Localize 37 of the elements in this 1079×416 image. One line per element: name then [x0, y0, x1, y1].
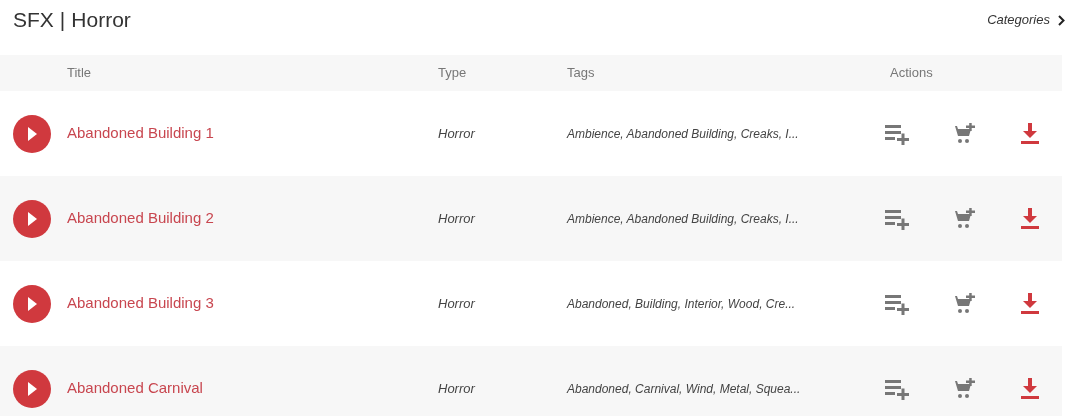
download-icon[interactable]: [1021, 207, 1039, 230]
tags-cell-text: Ambience, Abandoned Building, Creaks, I...: [567, 210, 800, 228]
sound-title-link[interactable]: Abandoned Building 2: [67, 207, 438, 230]
play-icon: [27, 211, 37, 226]
play-button[interactable]: [13, 369, 51, 408]
play-icon: [27, 381, 37, 396]
category-title: Horror: [71, 7, 131, 34]
type-cell-text: Horror: [438, 209, 477, 228]
column-header: Actions: [890, 64, 933, 83]
column-header: Type: [438, 64, 468, 83]
page-title: SFX: [13, 7, 54, 34]
download-icon[interactable]: [1021, 122, 1039, 145]
sound-title-link[interactable]: Abandoned Carnival: [67, 377, 438, 400]
play-button[interactable]: [13, 114, 51, 153]
column-header: Tags: [567, 64, 596, 83]
playlist-add-icon[interactable]: [885, 207, 910, 230]
type-cell-text: Horror: [438, 124, 477, 143]
download-icon[interactable]: [1021, 292, 1039, 315]
playlist-add-icon[interactable]: [885, 122, 910, 145]
download-icon[interactable]: [1021, 377, 1039, 400]
playlist-add-icon[interactable]: [885, 292, 910, 315]
type-cell-text: Horror: [438, 379, 477, 398]
playlist-add-icon[interactable]: [885, 377, 910, 400]
tags-cell-text: Abandoned, Carnival, Wind, Metal, Squea...: [567, 380, 802, 398]
play-icon: [27, 126, 37, 141]
sound-title-link[interactable]: Abandoned Building 3: [67, 292, 438, 315]
title-separator: |: [59, 7, 66, 34]
tags-cell-text: Ambience, Abandoned Building, Creaks, I...: [567, 125, 800, 143]
chevron-right-icon: [1058, 14, 1065, 26]
play-icon: [27, 296, 37, 311]
categories-link[interactable]: Categories: [987, 10, 1065, 30]
play-button[interactable]: [13, 199, 51, 238]
tags-cell-text: Abandoned, Building, Interior, Wood, Cre...: [567, 295, 797, 313]
column-header: Title: [67, 64, 93, 83]
sound-title-link[interactable]: Abandoned Building 1: [67, 122, 438, 145]
type-cell-text: Horror: [438, 294, 477, 313]
play-button[interactable]: [13, 284, 51, 323]
